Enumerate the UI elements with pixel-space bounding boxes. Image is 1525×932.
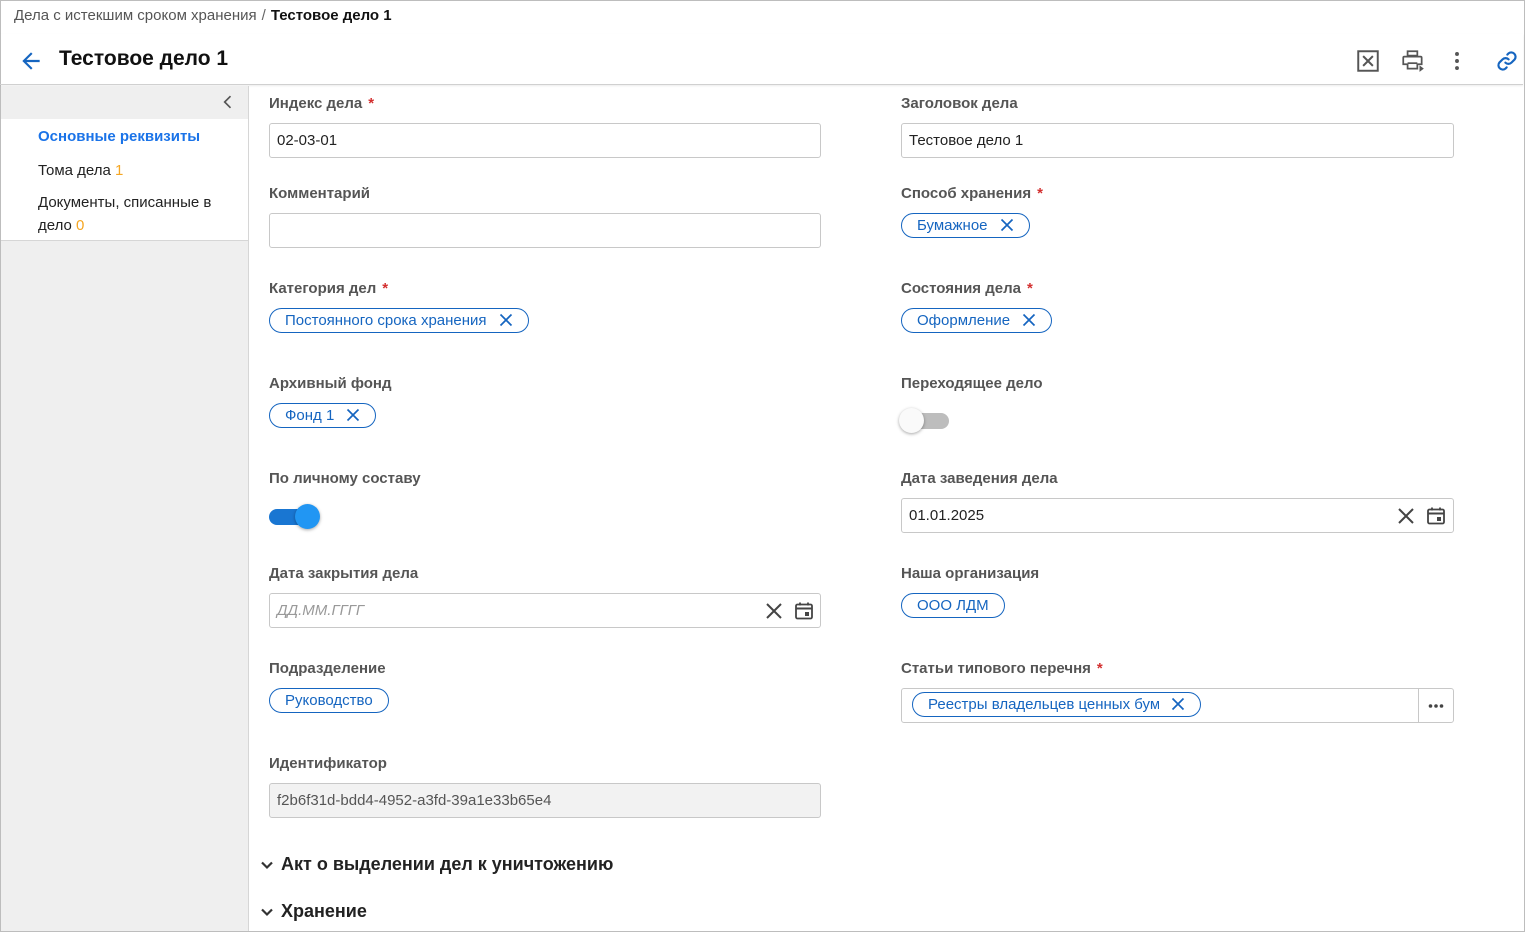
open-date-value: 01.01.2025	[909, 507, 985, 524]
required-marker: *	[1026, 280, 1033, 297]
department-chip: Руководство	[269, 688, 389, 713]
sidebar-item-count: 1	[115, 162, 124, 179]
breadcrumb-current: Тестовое дело 1	[270, 7, 392, 24]
required-marker: *	[1096, 660, 1103, 677]
comment-input[interactable]	[269, 213, 821, 248]
required-marker: *	[368, 95, 375, 112]
page-header: Тестовое дело 1	[0, 34, 1523, 85]
sidebar: Основные реквизиты Тома дела 1 Документы…	[1, 86, 249, 931]
storage-method-label-text: Способ хранения	[901, 185, 1032, 202]
link-icon[interactable]	[1494, 48, 1520, 74]
close-icon[interactable]	[1000, 218, 1014, 232]
calendar-icon[interactable]	[794, 601, 814, 621]
breadcrumb: Дела с истекшим сроком хранения / Тестовое…	[14, 7, 392, 24]
sidebar-item-label: Тома дела	[38, 162, 111, 179]
state-label: Состояния дела *	[901, 280, 1033, 297]
sidebar-nav: Основные реквизиты Тома дела 1 Документы…	[1, 119, 248, 241]
chip-label: Оформление	[917, 312, 1011, 329]
back-arrow-icon[interactable]	[18, 48, 44, 74]
chevron-left-icon[interactable]	[218, 92, 238, 112]
articles-label: Статьи типового перечня *	[901, 660, 1103, 677]
required-marker: *	[1037, 185, 1043, 202]
page-title: Тестовое дело 1	[59, 47, 229, 70]
title-label: Заголовок дела	[901, 95, 1018, 112]
title-input[interactable]: Тестовое дело 1	[901, 123, 1454, 158]
print-icon[interactable]	[1400, 48, 1426, 74]
organization-chip: ООО ЛДМ	[901, 593, 1005, 618]
articles-label-text: Статьи типового перечня	[901, 660, 1091, 677]
chevron-down-icon	[261, 908, 273, 917]
category-chip: Постоянного срока хранения	[269, 308, 529, 333]
close-box-icon[interactable]	[1355, 48, 1381, 74]
chevron-down-icon	[261, 861, 273, 870]
category-label-text: Категория дел	[269, 280, 377, 297]
clear-icon[interactable]	[764, 601, 784, 621]
chip-label: Бумажное	[917, 217, 988, 234]
sidebar-item-count: 0	[76, 217, 85, 234]
identifier-field: f2b6f31d-bdd4-4952-a3fd-39a1e33b65e4	[269, 783, 821, 818]
close-icon[interactable]	[1171, 697, 1185, 711]
transitional-toggle[interactable]	[899, 406, 951, 434]
chip-label: Фонд 1	[285, 407, 335, 424]
storage-method-chip: Бумажное	[901, 213, 1030, 238]
state-label-text: Состояния дела	[901, 280, 1021, 297]
chip-label: Руководство	[285, 692, 373, 709]
more-horiz-icon	[1428, 704, 1444, 708]
personnel-toggle[interactable]	[267, 502, 320, 530]
transitional-label: Переходящее дело	[901, 375, 1043, 392]
more-vert-icon[interactable]	[1444, 48, 1470, 74]
section-destruction-act[interactable]: Акт о выделении дел к уничтожению	[259, 854, 613, 875]
sidebar-item-documents[interactable]: Документы, списанные в дело 0	[1, 188, 248, 240]
archive-fund-chip: Фонд 1	[269, 403, 377, 428]
close-date-label: Дата закрытия дела	[269, 565, 419, 582]
archive-fund-label: Архивный фонд	[269, 375, 392, 392]
close-date-placeholder: ДД.ММ.ГГГГ	[277, 602, 365, 619]
sidebar-item-label: Основные реквизиты	[38, 128, 201, 145]
required-marker: *	[382, 280, 389, 297]
comment-label: Комментарий	[269, 185, 371, 202]
identifier-label: Идентификатор	[269, 755, 387, 772]
index-label: Индекс дела *	[269, 95, 374, 112]
section-storage[interactable]: Хранение	[259, 901, 367, 922]
personnel-label: По личному составу	[269, 470, 421, 487]
chip-label: Реестры владельцев ценных бумаг	[928, 696, 1159, 713]
sidebar-item-label: Документы, списанные в дело	[38, 194, 212, 234]
articles-chip: Реестры владельцев ценных бумаг	[912, 692, 1201, 717]
breadcrumb-parent-link[interactable]: Дела с истекшим сроком хранения	[14, 7, 257, 24]
section-title: Хранение	[281, 901, 367, 921]
close-icon[interactable]	[499, 313, 513, 327]
open-date-label: Дата заведения дела	[901, 470, 1058, 487]
state-chip: Оформление	[901, 308, 1053, 333]
sidebar-item-main-details[interactable]: Основные реквизиты	[1, 119, 248, 154]
sidebar-item-volumes[interactable]: Тома дела 1	[1, 154, 248, 188]
index-label-text: Индекс дела	[269, 95, 363, 112]
sidebar-collapse-bar	[1, 86, 248, 119]
index-input[interactable]: 02-03-01	[269, 123, 821, 158]
chip-label: ООО ЛДМ	[917, 597, 989, 614]
articles-select-button[interactable]	[1418, 688, 1454, 723]
section-title: Акт о выделении дел к уничтожению	[281, 854, 614, 874]
close-date-input[interactable]: ДД.ММ.ГГГГ	[269, 593, 821, 628]
calendar-icon[interactable]	[1426, 506, 1446, 526]
open-date-input[interactable]: 01.01.2025	[901, 498, 1454, 533]
department-label: Подразделение	[269, 660, 386, 677]
storage-method-label: Способ хранения *	[901, 185, 1043, 202]
clear-icon[interactable]	[1396, 506, 1416, 526]
organization-label: Наша организация	[901, 565, 1040, 582]
close-icon[interactable]	[346, 408, 360, 422]
close-icon[interactable]	[1022, 313, 1036, 327]
breadcrumb-separator: /	[261, 7, 266, 24]
category-label: Категория дел *	[269, 280, 388, 297]
toggle-knob	[899, 408, 924, 433]
chip-label: Постоянного срока хранения	[285, 312, 487, 329]
toggle-knob	[295, 504, 320, 529]
